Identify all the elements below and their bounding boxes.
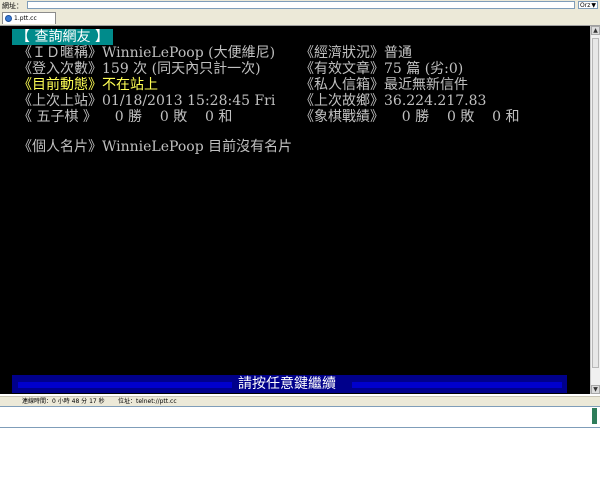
tab-strip: 1.ptt.cc <box>0 11 600 26</box>
chevron-down-icon: ▼ <box>591 2 596 9</box>
info-left-logins: 《登入次數》159 次 (同天內只計一次) <box>18 61 261 77</box>
info-right-last-ip: 《上次故鄉》36.224.217.83 <box>300 93 487 109</box>
input-panel[interactable] <box>0 406 600 428</box>
info-right-mailbox: 《私人信箱》最近無新信件 <box>300 77 468 93</box>
info-right-posts: 《有效文章》75 篇 (劣:0) <box>300 61 464 77</box>
terminal-screen[interactable]: 【 查詢網友 】 《ＩＤ暱稱》WinnieLePoop (大便維尼) 《經濟狀況… <box>0 26 590 394</box>
globe-icon <box>5 15 12 22</box>
scroll-thumb[interactable] <box>592 38 599 368</box>
tab-title: 1.ptt.cc <box>14 15 37 22</box>
address-go-label: Orz <box>580 2 591 9</box>
side-marker <box>592 408 597 424</box>
info-left-status: 《目前動態》不在站上 <box>18 77 158 93</box>
continue-prompt: 請按任意鍵繼續 <box>238 376 336 392</box>
personal-card: 《個人名片》WinnieLePoop 目前沒有名片 <box>18 139 293 155</box>
address-dropdown[interactable]: Orz ▼ <box>578 1 598 9</box>
info-right-economy: 《經濟狀況》普通 <box>300 45 412 61</box>
continue-bar[interactable]: 請按任意鍵繼續 <box>12 375 567 393</box>
connection-time: 連線時間：0 小時 48 分 17 秒 <box>22 398 105 405</box>
info-left-last-login: 《上次上站》01/18/2013 15:28:45 Fri <box>18 93 276 109</box>
bar-stripe-left <box>18 382 232 388</box>
info-left-id: 《ＩＤ暱稱》WinnieLePoop (大便維尼) <box>18 45 276 61</box>
tab-ptt[interactable]: 1.ptt.cc <box>2 12 56 24</box>
info-right-chess: 《象棋戰績》 0 勝 0 敗 0 和 <box>300 109 520 125</box>
info-left-gomoku: 《 五子棋 》 0 勝 0 敗 0 和 <box>18 109 233 125</box>
address-label: 網址： <box>2 2 23 10</box>
page-title: 【 查詢網友 】 <box>12 29 113 45</box>
scroll-up-button[interactable]: ▲ <box>591 26 600 35</box>
connection-address: 位址：telnet://ptt.cc <box>118 398 177 405</box>
address-input[interactable] <box>27 1 575 9</box>
vertical-scrollbar[interactable]: ▲ ▼ <box>590 26 600 394</box>
scroll-down-button[interactable]: ▼ <box>591 385 600 394</box>
bar-stripe-right <box>352 382 562 388</box>
